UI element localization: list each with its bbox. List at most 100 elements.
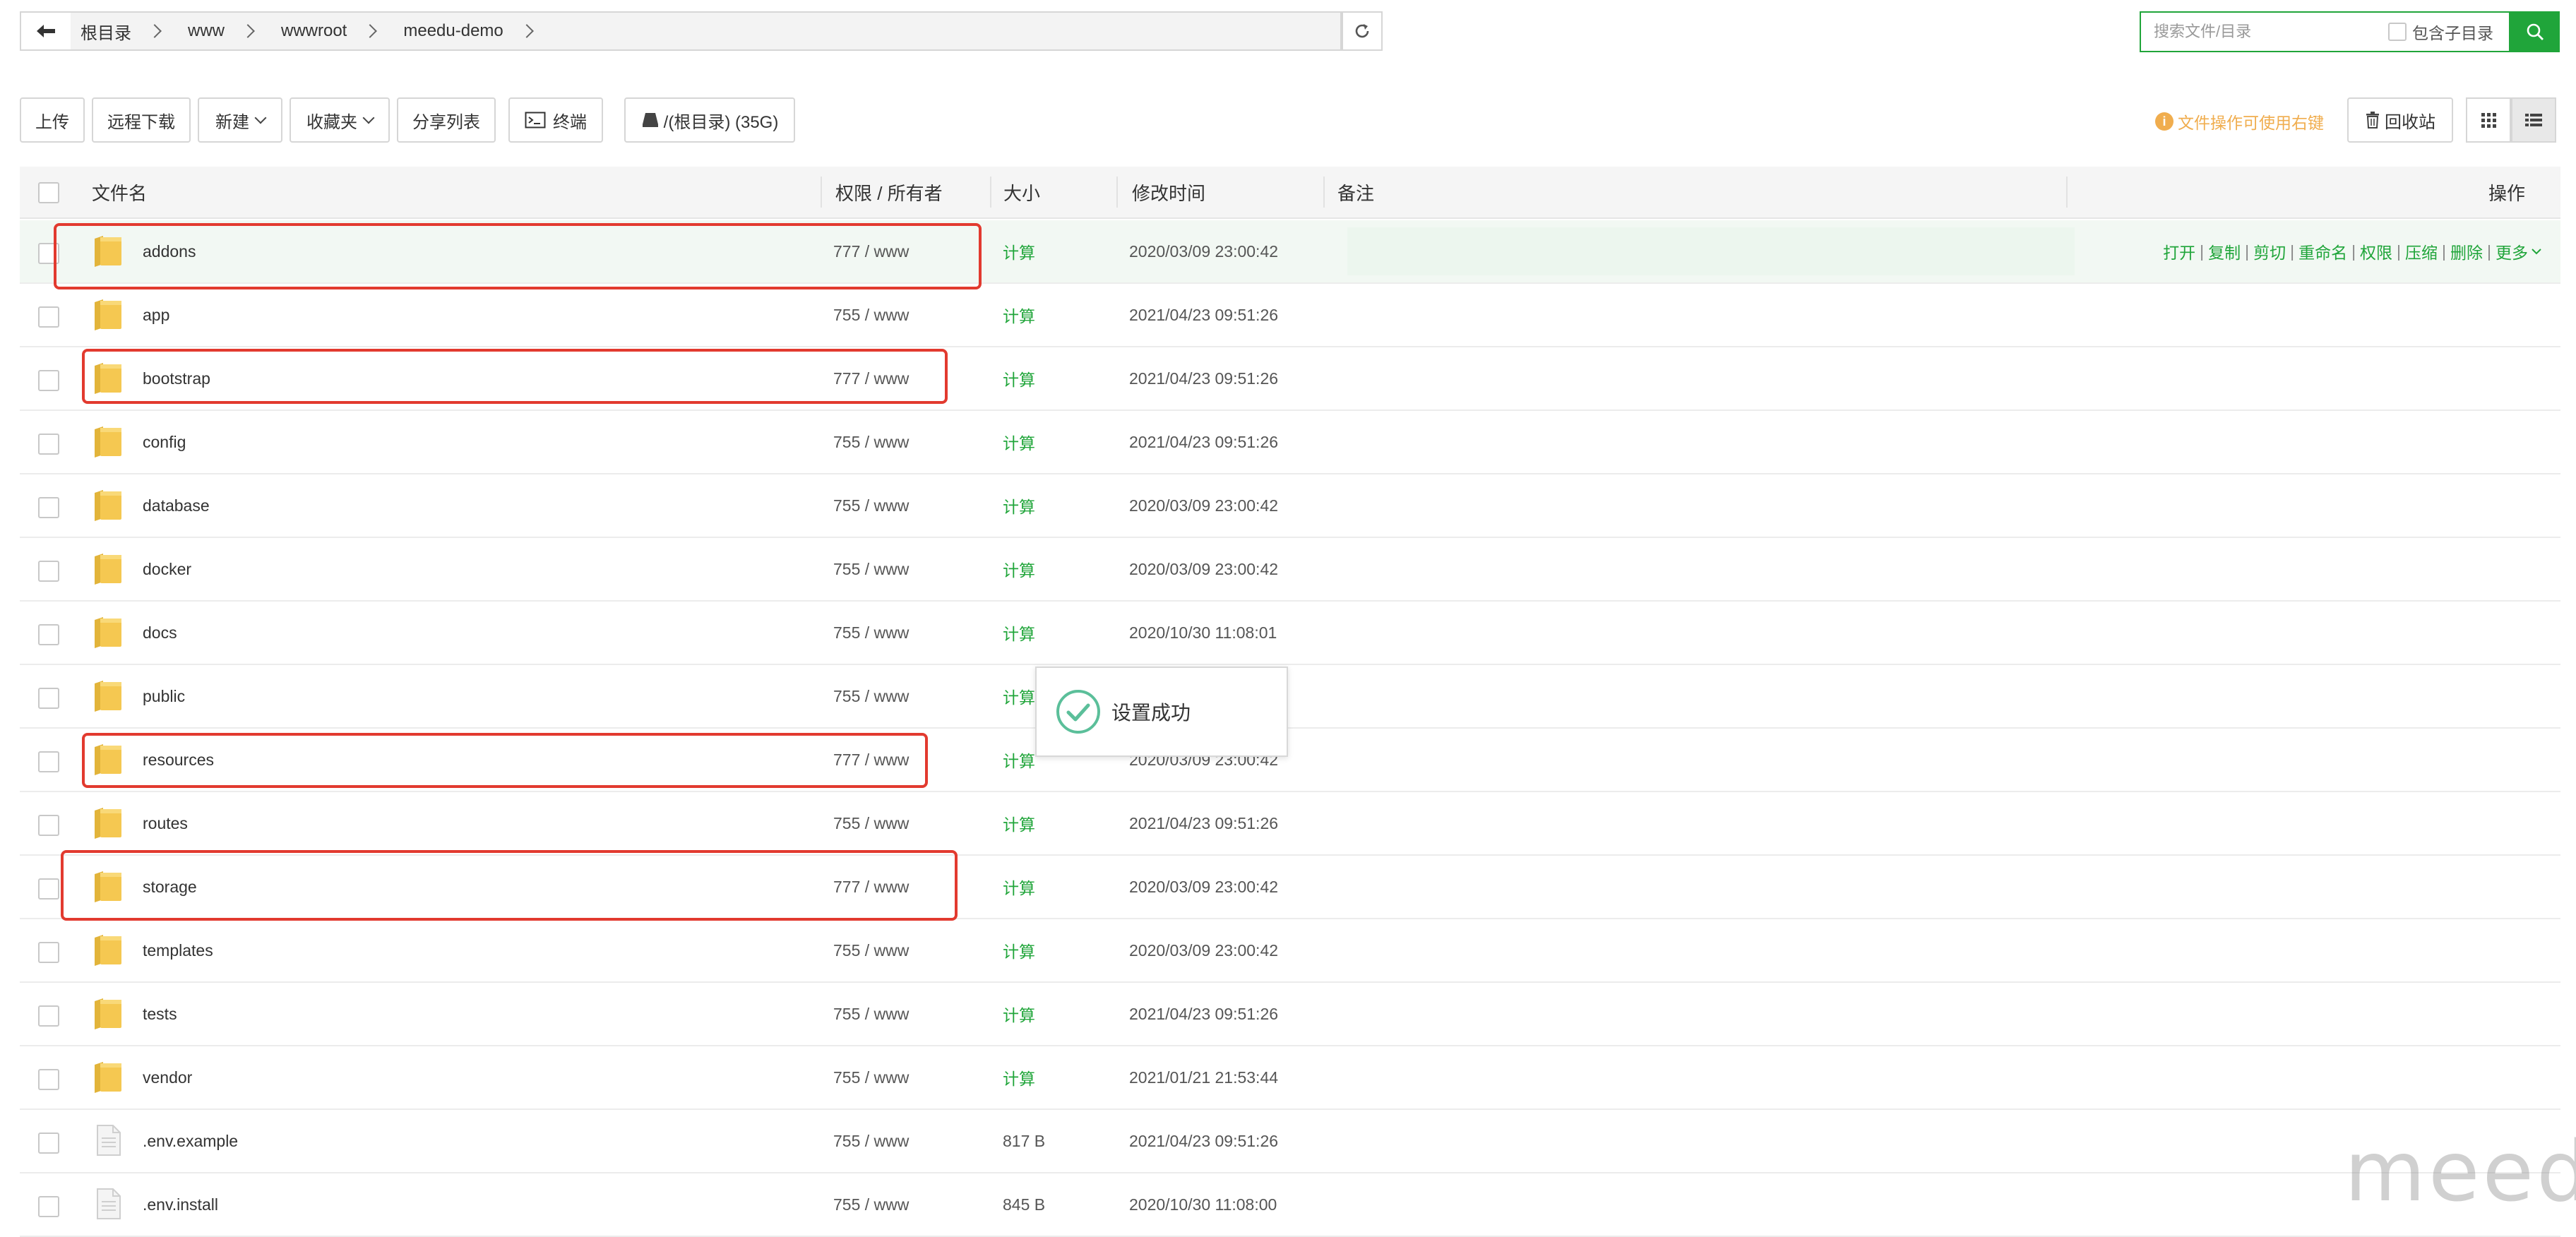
file-name[interactable]: tests	[143, 983, 177, 1045]
column-header-mtime[interactable]: 修改时间	[1132, 167, 1205, 217]
file-size[interactable]: 计算	[1003, 983, 1035, 1045]
file-size[interactable]: 计算	[1003, 856, 1035, 918]
file-size[interactable]: 计算	[1003, 665, 1035, 727]
terminal-button[interactable]: 终端	[508, 97, 603, 143]
file-name[interactable]: .env.example	[143, 1110, 238, 1172]
breadcrumb-item-root[interactable]: 根目录	[80, 19, 131, 44]
search-input[interactable]	[2152, 22, 2381, 42]
file-name[interactable]: templates	[143, 919, 213, 981]
file-name[interactable]: docker	[143, 538, 191, 600]
row-checkbox[interactable]	[38, 497, 59, 518]
row-action-7[interactable]: 更多	[2496, 239, 2528, 263]
recycle-bin-button[interactable]: 回收站	[2347, 97, 2453, 143]
file-permission[interactable]: 755 / www	[833, 602, 909, 664]
select-all-checkbox[interactable]	[38, 182, 59, 203]
chevron-down-icon[interactable]	[2531, 247, 2542, 256]
table-row[interactable]: routes 755 / www 计算 2021/04/23 09:51:26	[20, 792, 2560, 856]
file-permission[interactable]: 755 / www	[833, 538, 909, 600]
file-name[interactable]: .env.install	[143, 1173, 218, 1236]
table-row[interactable]: config 755 / www 计算 2021/04/23 09:51:26	[20, 411, 2560, 474]
row-checkbox[interactable]	[38, 1005, 59, 1027]
file-permission[interactable]: 755 / www	[833, 284, 909, 346]
new-button[interactable]: 新建	[198, 97, 282, 143]
file-name[interactable]: app	[143, 284, 169, 346]
file-permission[interactable]: 755 / www	[833, 474, 909, 537]
file-size[interactable]: 计算	[1003, 919, 1035, 981]
row-checkbox[interactable]	[38, 370, 59, 391]
file-permission[interactable]: 755 / www	[833, 919, 909, 981]
table-row[interactable]: .env.example 755 / www 817 B 2021/04/23 09:…	[20, 1110, 2560, 1173]
row-checkbox[interactable]	[38, 815, 59, 836]
table-row[interactable]: docs 755 / www 计算 2020/10/30 11:08:01	[20, 602, 2560, 665]
search-button[interactable]	[2510, 11, 2560, 52]
table-row[interactable]: public 755 / www 计算	[20, 665, 2560, 729]
table-row[interactable]: vendor 755 / www 计算 2021/01/21 21:53:44	[20, 1046, 2560, 1110]
upload-button[interactable]: 上传	[20, 97, 85, 143]
list-view-button[interactable]	[2511, 97, 2556, 143]
table-row[interactable]: database 755 / www 计算 2020/03/09 23:00:42	[20, 474, 2560, 538]
row-checkbox[interactable]	[38, 561, 59, 582]
row-action-1[interactable]: 复制	[2208, 239, 2241, 263]
file-size[interactable]: 计算	[1003, 284, 1035, 346]
row-action-5[interactable]: 压缩	[2405, 239, 2438, 263]
file-permission[interactable]: 755 / www	[833, 983, 909, 1045]
remote-download-button[interactable]: 远程下载	[92, 97, 191, 143]
row-action-6[interactable]: 删除	[2450, 239, 2483, 263]
file-name[interactable]: docs	[143, 602, 177, 664]
file-permission[interactable]: 755 / www	[833, 1110, 909, 1172]
favorites-button[interactable]: 收藏夹	[290, 97, 390, 143]
row-checkbox[interactable]	[38, 1133, 59, 1154]
file-name[interactable]: routes	[143, 792, 188, 854]
back-button[interactable]	[20, 11, 72, 51]
file-name[interactable]: vendor	[143, 1046, 192, 1108]
include-subdir-checkbox[interactable]	[2388, 23, 2407, 41]
include-subdir-toggle[interactable]: 包含子目录	[2388, 20, 2493, 44]
file-size[interactable]: 计算	[1003, 729, 1035, 791]
file-size[interactable]: 计算	[1003, 411, 1035, 473]
file-permission[interactable]: 755 / www	[833, 665, 909, 727]
column-header-name[interactable]: 文件名	[92, 167, 147, 217]
file-size[interactable]: 计算	[1003, 220, 1035, 282]
breadcrumb-item-meedu-demo[interactable]: meedu-demo	[403, 21, 503, 41]
file-size[interactable]: 计算	[1003, 1046, 1035, 1108]
table-row[interactable]: app 755 / www 计算 2021/04/23 09:51:26	[20, 284, 2560, 347]
action-separator: |	[2245, 241, 2250, 261]
row-checkbox[interactable]	[38, 751, 59, 772]
file-name[interactable]: database	[143, 474, 210, 537]
table-row[interactable]: .env.install 755 / www 845 B 2020/10/30 11:…	[20, 1173, 2560, 1237]
row-checkbox[interactable]	[38, 942, 59, 963]
refresh-button[interactable]	[1342, 11, 1383, 51]
row-checkbox[interactable]	[38, 688, 59, 709]
file-size[interactable]: 计算	[1003, 538, 1035, 600]
table-row[interactable]: docker 755 / www 计算 2020/03/09 23:00:42	[20, 538, 2560, 602]
file-size[interactable]: 计算	[1003, 474, 1035, 537]
row-checkbox[interactable]	[38, 1196, 59, 1217]
file-name[interactable]: config	[143, 411, 186, 473]
row-action-2[interactable]: 剪切	[2253, 239, 2286, 263]
row-checkbox[interactable]	[38, 878, 59, 900]
row-checkbox[interactable]	[38, 1069, 59, 1090]
row-checkbox[interactable]	[38, 306, 59, 328]
share-list-button[interactable]: 分享列表	[397, 97, 496, 143]
row-action-0[interactable]: 打开	[2163, 239, 2195, 263]
column-header-perm[interactable]: 权限 / 所有者	[835, 167, 943, 217]
breadcrumb-item-www[interactable]: www	[188, 21, 225, 41]
grid-view-button[interactable]	[2466, 97, 2511, 143]
table-row[interactable]: templates 755 / www 计算 2020/03/09 23:00:42	[20, 919, 2560, 983]
row-action-3[interactable]: 重命名	[2298, 239, 2347, 263]
row-checkbox[interactable]	[38, 624, 59, 645]
row-checkbox[interactable]	[38, 434, 59, 455]
breadcrumb-item-wwwroot[interactable]: wwwroot	[281, 21, 347, 41]
file-size[interactable]: 计算	[1003, 347, 1035, 410]
disk-button[interactable]: /(根目录) (35G)	[624, 97, 795, 143]
file-permission[interactable]: 755 / www	[833, 792, 909, 854]
file-permission[interactable]: 755 / www	[833, 1173, 909, 1236]
file-name[interactable]: public	[143, 665, 185, 727]
file-permission[interactable]: 755 / www	[833, 411, 909, 473]
file-permission[interactable]: 755 / www	[833, 1046, 909, 1108]
column-header-size[interactable]: 大小	[1003, 167, 1040, 217]
file-size[interactable]: 计算	[1003, 602, 1035, 664]
file-size[interactable]: 计算	[1003, 792, 1035, 854]
table-row[interactable]: tests 755 / www 计算 2021/04/23 09:51:26	[20, 983, 2560, 1046]
row-action-4[interactable]: 权限	[2360, 239, 2392, 263]
